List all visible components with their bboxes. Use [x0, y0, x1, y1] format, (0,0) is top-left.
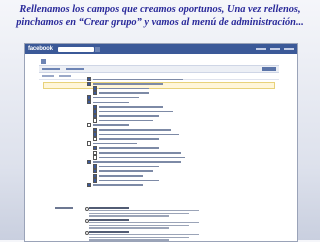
option-label — [93, 78, 184, 81]
option-checkbox[interactable] — [87, 81, 92, 87]
option-checkbox[interactable] — [87, 123, 92, 128]
option-label — [99, 138, 160, 140]
facebook-logo[interactable]: facebook — [28, 46, 53, 52]
option-label — [99, 133, 180, 136]
privacy-option-title — [89, 219, 129, 221]
privacy-option-title — [89, 207, 129, 209]
privacy-option-description — [89, 210, 199, 212]
privacy-option-description — [89, 222, 199, 224]
top-nav-links[interactable] — [256, 48, 294, 50]
option-checkbox[interactable] — [87, 141, 92, 146]
option-checkbox[interactable] — [93, 136, 98, 142]
privacy-option-description — [89, 215, 169, 217]
option-label — [99, 115, 160, 117]
tab-info[interactable] — [42, 68, 60, 70]
option-label — [99, 106, 164, 108]
tab-bar[interactable] — [39, 65, 279, 73]
search-icon[interactable] — [94, 46, 100, 52]
option-label — [93, 101, 130, 104]
option-checkbox[interactable] — [87, 182, 92, 188]
option-label — [93, 83, 164, 85]
option-label — [99, 92, 150, 94]
privacy-option[interactable] — [85, 219, 209, 230]
option-checkbox[interactable] — [93, 90, 98, 96]
option-label — [99, 175, 144, 177]
option-label — [93, 161, 182, 163]
option-checkbox[interactable] — [87, 100, 92, 105]
facebook-top-bar: facebook — [25, 44, 297, 54]
option-label — [93, 142, 138, 145]
search-input[interactable] — [57, 46, 94, 52]
option-label — [99, 152, 182, 154]
privacy-option-title — [89, 231, 129, 233]
privacy-option[interactable] — [85, 207, 209, 218]
option-checkbox[interactable] — [87, 159, 92, 165]
privacy-option-description — [89, 227, 169, 229]
option-label — [99, 119, 154, 122]
option-checkbox[interactable] — [93, 118, 98, 123]
privacy-option-description — [89, 234, 199, 236]
toolbar-link-2[interactable] — [59, 75, 71, 77]
privacy-label — [55, 207, 73, 209]
options-list — [87, 77, 257, 188]
caption-line-2: pinchamos en “Crear grupo” y vamos al me… — [16, 17, 304, 28]
privacy-option-description — [89, 236, 189, 239]
tab-members[interactable] — [66, 68, 84, 70]
option-label — [93, 124, 130, 126]
option-label — [93, 184, 144, 186]
option-label — [99, 129, 172, 131]
option-label — [99, 170, 154, 172]
option-label — [93, 96, 140, 99]
option-label — [99, 165, 160, 168]
privacy-option-description — [89, 212, 189, 215]
option-label — [99, 110, 174, 113]
caption-line-1: Rellenamos los campos que creamos oportu… — [19, 4, 301, 15]
privacy-option[interactable] — [85, 231, 209, 241]
option-label — [99, 156, 186, 159]
option-label — [99, 147, 160, 149]
option-label — [99, 87, 150, 90]
option-label — [99, 179, 160, 182]
group-icon — [41, 58, 46, 64]
create-group-button[interactable] — [262, 67, 276, 71]
option-row[interactable] — [87, 182, 257, 188]
slide-caption: Rellenamos los campos que creamos oportu… — [0, 3, 320, 29]
privacy-option-description — [89, 224, 189, 227]
option-checkbox[interactable] — [93, 155, 98, 160]
facebook-screenshot: facebook — [24, 43, 298, 242]
toolbar-link-1[interactable] — [42, 75, 54, 77]
option-checkbox[interactable] — [93, 178, 98, 183]
panel-header — [39, 57, 279, 65]
